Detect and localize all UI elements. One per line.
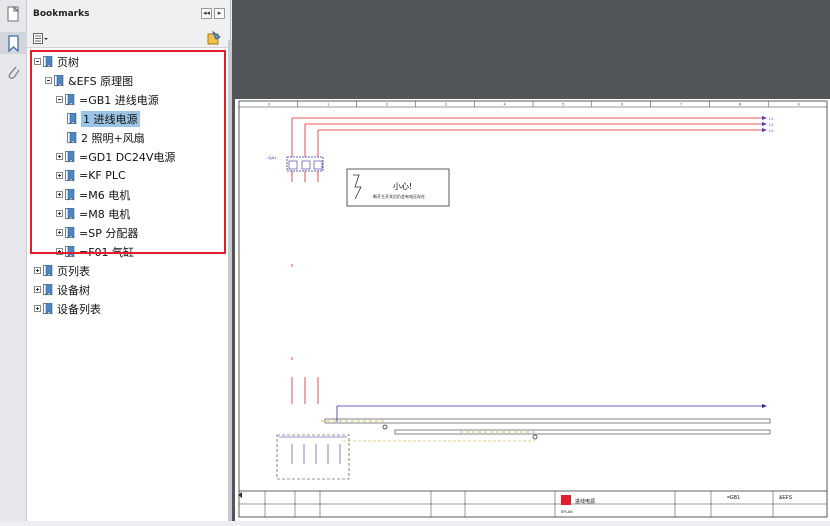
- bookmark-label: 设备树: [57, 283, 90, 297]
- expand-toggle-icon[interactable]: [34, 305, 41, 312]
- line-label-l1: L1: [769, 116, 774, 121]
- column-number: 3: [445, 103, 447, 107]
- column-number: 1: [327, 103, 329, 107]
- warning-title: 小心!: [393, 182, 412, 191]
- bookmark-item[interactable]: 设备列表: [34, 299, 101, 318]
- line-label-l3: L3: [769, 128, 774, 133]
- title-block-name: 进线电源: [575, 498, 595, 505]
- column-number: 7: [680, 103, 682, 107]
- page-thumbnails-icon[interactable]: [5, 5, 22, 23]
- bookmarks-header: Bookmarks: [27, 0, 230, 28]
- navigation-strip: [0, 0, 27, 521]
- collapse-panel-button[interactable]: ◂◂: [201, 8, 212, 19]
- bookmarks-icon[interactable]: [5, 35, 22, 53]
- bookmark-icon: [43, 264, 53, 277]
- bookmark-label: 页列表: [57, 264, 90, 278]
- device-tag: -QA1: [267, 155, 277, 160]
- panel-header-buttons: ◂◂ ▸: [201, 8, 225, 19]
- panel-title: Bookmarks: [33, 9, 90, 19]
- column-number: 5: [562, 103, 564, 107]
- attachments-icon[interactable]: [5, 64, 22, 81]
- bookmark-icon: [43, 302, 53, 315]
- bookmark-label: 设备列表: [57, 302, 101, 316]
- line-label-l2: L2: [769, 122, 774, 127]
- column-number: 9: [798, 103, 800, 107]
- bookmarks-toolbar: [27, 28, 230, 48]
- highlight-box: [30, 50, 226, 254]
- schematic-drawing: 0 1 2 3 4 5 6 7 8 9 L1 L2 L3 -QA1 小心! 断开主开关后仍会有电压…: [238, 100, 828, 518]
- title-block-code: =GB1: [727, 495, 740, 501]
- company-name: EPLAN: [561, 510, 573, 514]
- bookmark-icon: [43, 283, 53, 296]
- schematic-page: 0 1 2 3 4 5 6 7 8 9 L1 L2 L3 -QA1 小心! 断开主开关后仍会有电压…: [235, 99, 830, 521]
- column-number: 2: [386, 103, 388, 107]
- column-number: 0: [268, 103, 270, 107]
- bookmark-item[interactable]: 页列表: [34, 261, 90, 280]
- expand-toggle-icon[interactable]: [34, 267, 41, 274]
- title-block-location: &EFS: [779, 495, 793, 501]
- column-number: 8: [739, 103, 741, 107]
- expand-toggle-icon[interactable]: [34, 286, 41, 293]
- expand-panel-button[interactable]: ▸: [214, 8, 225, 19]
- column-number: 6: [621, 103, 623, 107]
- warning-text: 断开主开关后仍会有电压存在: [373, 193, 425, 199]
- document-viewer[interactable]: 0 1 2 3 4 5 6 7 8 9 L1 L2 L3 -QA1 小心! 断开主开关后仍会有电压…: [232, 0, 830, 521]
- column-number: 4: [504, 103, 506, 107]
- bookmark-item[interactable]: 设备树: [34, 280, 90, 299]
